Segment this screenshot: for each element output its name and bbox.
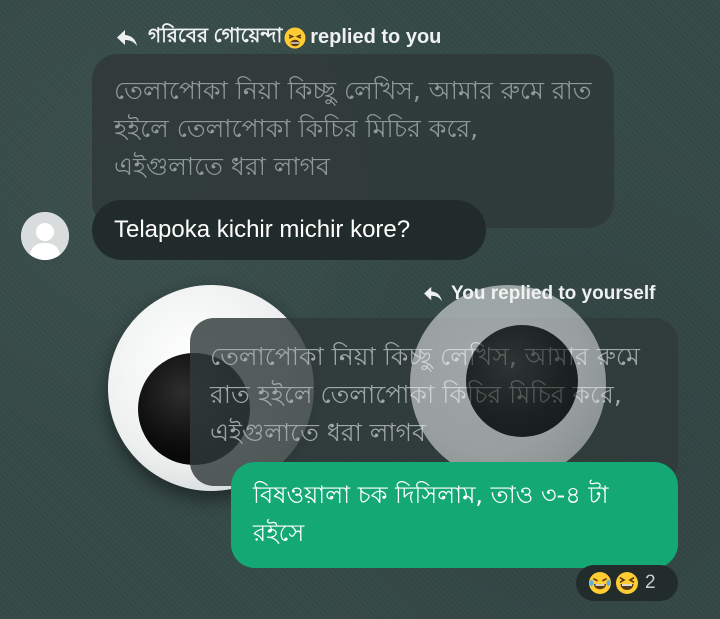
laughing-tears-emoji-icon (588, 571, 612, 595)
default-avatar-icon (21, 212, 69, 260)
reply-arrow-icon (116, 29, 138, 47)
googly-eye-right-pupil (466, 325, 578, 437)
grinning-squint-emoji-icon (615, 571, 639, 595)
reactions-pill[interactable]: 2 (576, 565, 678, 601)
outgoing-message-bubble[interactable]: বিষওয়ালা চক দিসিলাম, তাও ৩-৪ টা রইসে (231, 462, 678, 568)
reply-suffix: replied to you (310, 26, 442, 48)
outgoing-message-text: বিষওয়ালা চক দিসিলাম, তাও ৩-৪ টা রইসে (253, 481, 609, 547)
avatar[interactable] (21, 212, 69, 260)
reply-arrow-icon (423, 286, 443, 302)
quoted-message-text: তেলাপোকা নিয়া কিচ্ছু লেখিস, আমার রুমে র… (114, 76, 592, 181)
reply-header-1: গরিবের গোয়েন্দা replied to you (116, 21, 441, 54)
tired-face-emoji-icon (284, 27, 306, 49)
incoming-message-text: Telapoka kichir michir kore? (114, 216, 411, 243)
googly-eye-right (410, 285, 606, 481)
sender-name[interactable]: গরিবের গোয়েন্দা (148, 21, 282, 54)
incoming-message-bubble[interactable]: Telapoka kichir michir kore? (92, 200, 486, 260)
reaction-count: 2 (645, 572, 656, 593)
